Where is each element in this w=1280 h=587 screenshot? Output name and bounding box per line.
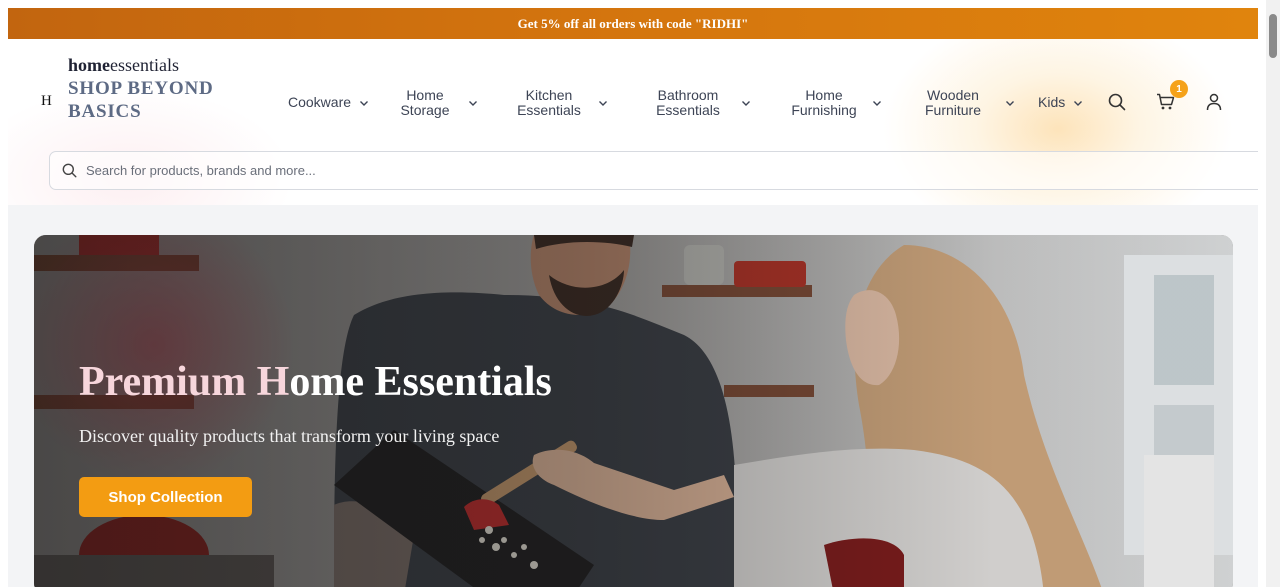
chevron-down-icon — [360, 100, 369, 106]
search-bar[interactable] — [49, 151, 1258, 190]
search-icon — [62, 163, 77, 178]
chevron-down-icon — [873, 101, 881, 106]
nav-item-cookware[interactable]: Cookware — [288, 95, 369, 110]
nav-label: Wooden Furniture — [924, 87, 982, 118]
hero-banner: Premium Home Essentials Discover quality… — [34, 235, 1233, 587]
chevron-down-icon — [742, 101, 750, 106]
site-header: H homeessentials SHOP BEYOND BASICS Cook… — [8, 39, 1258, 205]
hero-title: Premium Home Essentials — [79, 359, 552, 405]
logo-mark[interactable]: H — [41, 93, 52, 110]
search-icon — [1108, 93, 1126, 111]
chevron-down-icon — [469, 101, 477, 106]
nav-label: Cookware — [288, 94, 352, 110]
nav-item-home-furnishing[interactable]: Home Furnishing — [789, 88, 882, 118]
nav-item-wooden-furniture[interactable]: Wooden Furniture — [923, 88, 1015, 118]
nav-label: Home Furnishing — [791, 87, 857, 118]
nav-item-kitchen-essentials[interactable]: Kitchen Essentials — [514, 88, 608, 118]
scrollbar-thumb[interactable] — [1269, 14, 1277, 58]
cart-count-badge: 1 — [1170, 80, 1188, 98]
chevron-down-icon — [599, 101, 607, 106]
search-button[interactable] — [1108, 93, 1126, 116]
nav-label: Kids — [1038, 94, 1066, 110]
nav-item-home-storage[interactable]: Home Storage — [396, 88, 478, 118]
nav-label: Bathroom Essentials — [656, 87, 720, 118]
shop-collection-button[interactable]: Shop Collection — [79, 477, 252, 517]
nav-item-kids[interactable]: Kids — [1038, 95, 1083, 110]
brand-tagline: SHOP BEYOND BASICS — [68, 78, 214, 122]
promo-bar: Get 5% off all orders with code "RIDHI" — [8, 8, 1258, 39]
nav-item-bathroom-essentials[interactable]: Bathroom Essentials — [653, 88, 751, 118]
user-icon — [1206, 93, 1222, 111]
hero-overlay — [34, 235, 1233, 587]
nav-label: Kitchen Essentials — [517, 87, 581, 118]
account-button[interactable] — [1206, 93, 1222, 116]
cart-button[interactable]: 1 — [1156, 80, 1188, 116]
hero-subtitle: Discover quality products that transform… — [79, 426, 500, 446]
chevron-down-icon — [1006, 101, 1014, 106]
chevron-down-icon — [1074, 100, 1083, 106]
search-input[interactable] — [86, 163, 686, 178]
promo-text: Get 5% off all orders with code "RIDHI" — [517, 15, 749, 31]
page-scrollbar[interactable] — [1266, 0, 1280, 587]
nav-label: Home Storage — [400, 87, 450, 118]
brand-name[interactable]: homeessentials — [68, 55, 179, 76]
